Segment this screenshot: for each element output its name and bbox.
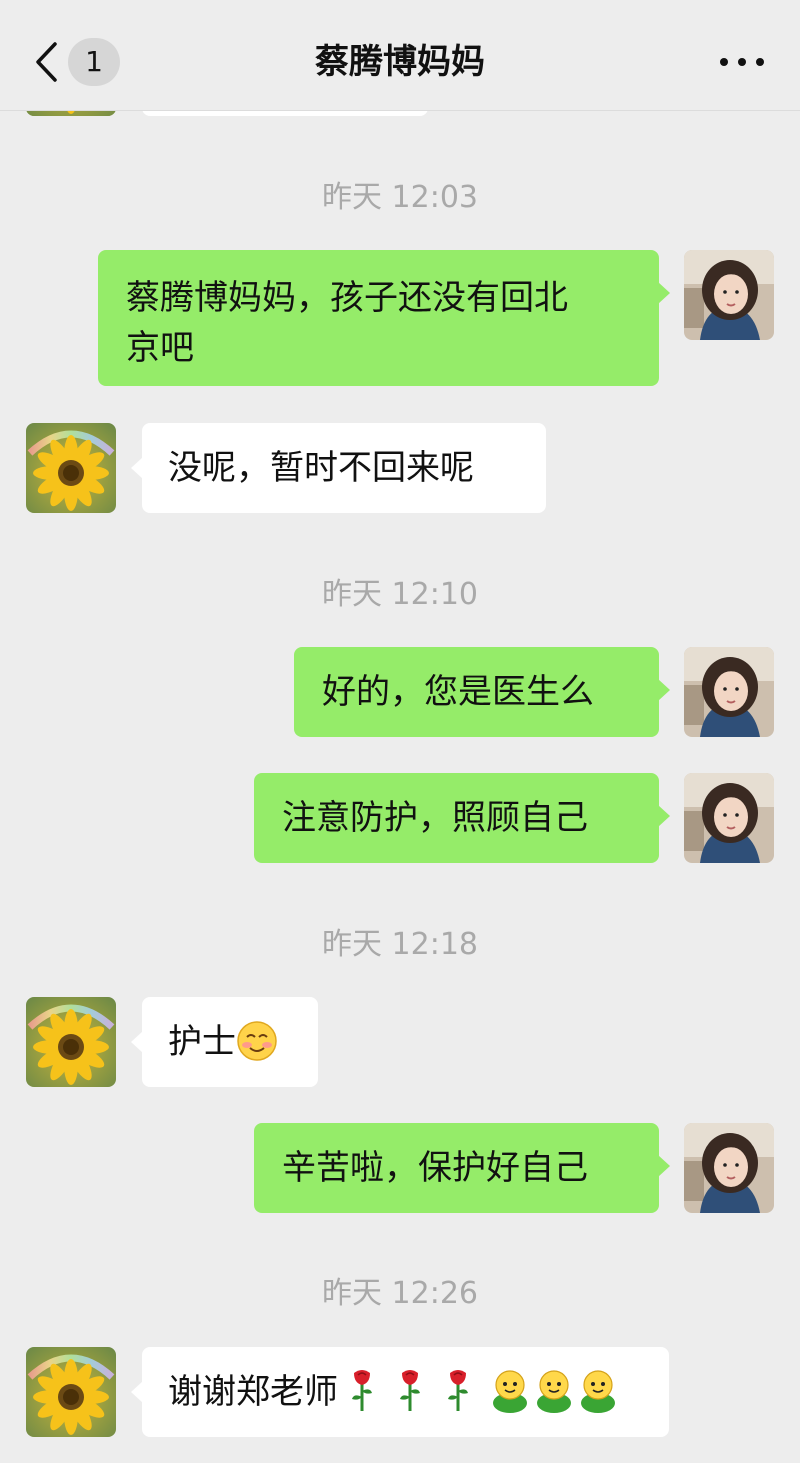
nav-bar: 1 蔡腾博妈妈 xyxy=(0,0,800,111)
bubble-tail xyxy=(131,1381,143,1403)
message-text: 辛苦啦，保护好自己 xyxy=(282,1148,588,1188)
back-button[interactable] xyxy=(28,36,68,88)
sent-message-bubble[interactable]: 好的，您是医生么 xyxy=(294,647,670,737)
my-avatar[interactable] xyxy=(684,773,774,863)
received-message-bubble[interactable]: 护士 xyxy=(131,997,318,1087)
message-text: 蔡腾博妈妈，孩子还没有回北 xyxy=(126,278,568,318)
message-text: 护士 xyxy=(168,1022,236,1062)
sent-message-bubble[interactable]: 辛苦啦，保护好自己 xyxy=(254,1123,670,1213)
message-text: 京吧 xyxy=(126,328,194,368)
more-button[interactable] xyxy=(716,48,768,76)
green-bean-emoji xyxy=(493,1369,527,1413)
received-message-bubble[interactable]: 没呢，暂时不回来呢 xyxy=(131,423,546,513)
my-avatar[interactable] xyxy=(684,1123,774,1213)
contact-avatar[interactable] xyxy=(26,1347,116,1437)
rose-emoji xyxy=(448,1369,468,1411)
sent-message-bubble[interactable]: 注意防护，照顾自己 xyxy=(254,773,670,863)
blush-smile-emoji xyxy=(237,1020,277,1061)
bubble-tail xyxy=(131,1031,143,1053)
bubble-tail xyxy=(658,679,670,701)
contact-avatar[interactable] xyxy=(26,997,116,1087)
message-text: 谢谢郑老师 xyxy=(168,1372,338,1412)
bubble-tail xyxy=(658,805,670,827)
page-title: 蔡腾博妈妈 xyxy=(315,42,485,82)
unread-count-badge[interactable]: 1 xyxy=(68,38,120,86)
rose-emoji xyxy=(352,1369,372,1411)
timestamp: 昨天 12:10 xyxy=(322,577,478,612)
received-message-bubble[interactable]: 谢谢郑老师 xyxy=(131,1347,669,1437)
timestamp: 昨天 12:26 xyxy=(322,1276,478,1311)
green-bean-emoji xyxy=(581,1369,615,1413)
message-text: 好的，您是医生么 xyxy=(322,672,594,712)
rose-emoji xyxy=(400,1369,420,1411)
timestamp: 昨天 12:03 xyxy=(322,180,478,215)
green-bean-emoji xyxy=(537,1369,571,1413)
timestamp: 昨天 12:18 xyxy=(322,927,478,962)
sent-message-bubble[interactable]: 蔡腾博妈妈，孩子还没有回北 京吧 xyxy=(98,250,670,386)
more-dots-icon xyxy=(720,58,764,66)
bubble-tail xyxy=(658,282,670,304)
bubble-tail xyxy=(658,1155,670,1177)
message-text: 没呢，暂时不回来呢 xyxy=(168,448,474,488)
contact-avatar[interactable] xyxy=(26,423,116,513)
message-text: 注意防护，照顾自己 xyxy=(282,798,588,838)
my-avatar[interactable] xyxy=(684,250,774,340)
bubble-tail xyxy=(131,457,143,479)
my-avatar[interactable] xyxy=(684,647,774,737)
chevron-left-icon xyxy=(36,42,57,82)
emoji-row xyxy=(352,1369,615,1413)
